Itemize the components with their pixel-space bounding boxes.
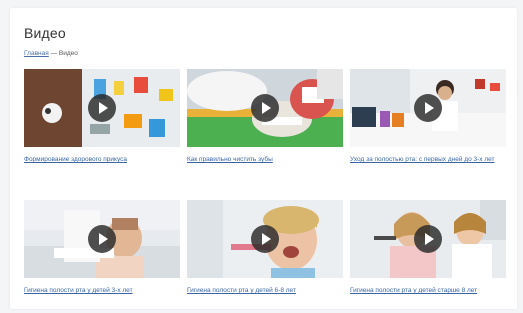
video-title-link[interactable]: Гигиена полости рта у детей старше 8 лет <box>350 286 506 295</box>
play-icon[interactable] <box>88 94 116 122</box>
video-thumbnail[interactable] <box>24 69 180 147</box>
video-title-link[interactable]: Как правильно чистить зубы <box>187 155 343 164</box>
video-card: Формирование здорового прикуса <box>24 69 180 164</box>
play-icon[interactable] <box>414 94 442 122</box>
play-icon[interactable] <box>414 225 442 253</box>
content-panel: Видео Главная — Видео Формирование здоро… <box>10 8 517 309</box>
breadcrumb-home-link[interactable]: Главная <box>24 50 49 57</box>
page-title: Видео <box>24 25 66 41</box>
video-title-link[interactable]: Гигиена полости рта у детей 3-х лет <box>24 286 180 295</box>
video-title-link[interactable]: Гигиена полости рта у детей 6-8 лет <box>187 286 343 295</box>
video-thumbnail[interactable] <box>350 200 506 278</box>
video-thumbnail[interactable] <box>187 69 343 147</box>
video-card: Уход за полостью рта: с первых дней до 3… <box>350 69 506 164</box>
video-card: Гигиена полости рта у детей 3-х лет <box>24 200 180 295</box>
play-icon[interactable] <box>251 225 279 253</box>
play-icon[interactable] <box>88 225 116 253</box>
video-thumbnail[interactable] <box>24 200 180 278</box>
video-card: Как правильно чистить зубы <box>187 69 343 164</box>
breadcrumb: Главная — Видео <box>24 50 78 57</box>
video-card: Гигиена полости рта у детей 6-8 лет <box>187 200 343 295</box>
play-icon[interactable] <box>251 94 279 122</box>
video-card: Гигиена полости рта у детей старше 8 лет <box>350 200 506 295</box>
breadcrumb-separator: — <box>50 50 58 57</box>
breadcrumb-current: Видео <box>58 50 78 57</box>
video-thumbnail[interactable] <box>350 69 506 147</box>
video-title-link[interactable]: Формирование здорового прикуса <box>24 155 180 164</box>
video-title-link[interactable]: Уход за полостью рта: с первых дней до 3… <box>350 155 506 164</box>
video-thumbnail[interactable] <box>187 200 343 278</box>
